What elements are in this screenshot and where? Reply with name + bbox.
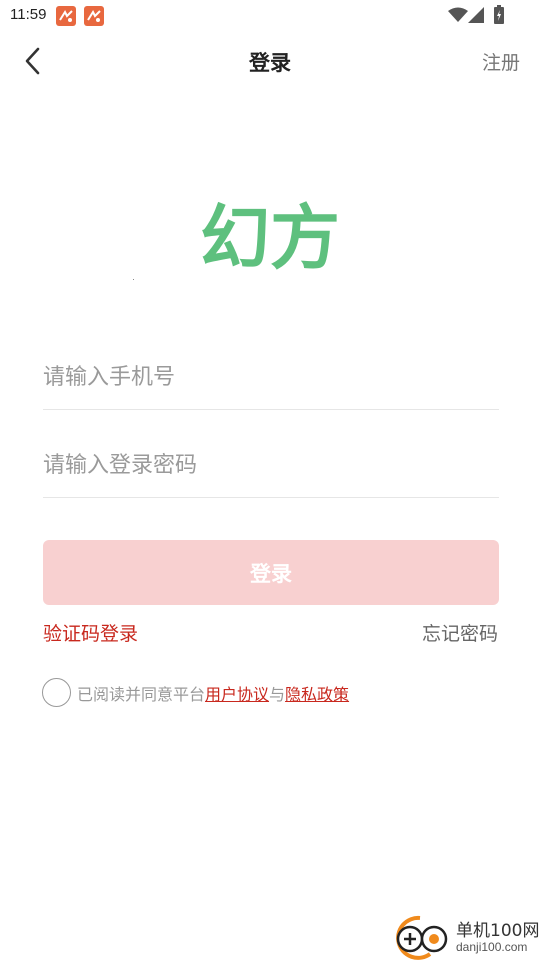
watermark-url: danji100.com	[456, 940, 528, 954]
agreement-checkbox[interactable]	[42, 678, 71, 707]
forgot-password-link[interactable]: 忘记密码	[422, 619, 498, 646]
app-notification-icon	[56, 6, 76, 26]
agreement-prefix: 已阅读并同意平台	[77, 685, 206, 704]
watermark-logo	[390, 914, 456, 960]
app-logo: 幻方	[200, 198, 340, 274]
cellular-signal-icon	[468, 7, 484, 23]
watermark: 单机100网 danji100.com	[390, 914, 540, 960]
watermark-name: 单机100网	[456, 921, 540, 941]
privacy-policy-link[interactable]: 隐私政策	[285, 685, 349, 704]
user-agreement-link[interactable]: 用户协议	[205, 685, 269, 704]
password-field	[43, 434, 499, 498]
status-bar: 11:59	[0, 0, 540, 32]
decorative-dot	[133, 279, 134, 280]
register-link[interactable]: 注册	[482, 48, 520, 75]
page-title: 登录	[249, 51, 291, 75]
login-screen: 11:59 登录 注册 幻方 登录 验证码登录 忘记密码	[0, 0, 540, 960]
phone-field	[43, 346, 499, 410]
login-button[interactable]: 登录	[43, 540, 499, 605]
agreement-conjunction: 与	[269, 685, 286, 704]
nav-bar: 登录 注册	[0, 32, 540, 90]
sms-login-link[interactable]: 验证码登录	[43, 619, 138, 646]
agreement-text: 已阅读并同意平台用户协议与隐私政策	[77, 681, 349, 705]
app-notification-icon	[84, 6, 104, 26]
logo-text: 幻方	[200, 198, 340, 274]
wifi-icon	[448, 7, 468, 22]
battery-charging-icon	[494, 5, 504, 24]
status-time: 11:59	[10, 6, 47, 23]
password-input[interactable]	[43, 434, 499, 497]
phone-input[interactable]	[43, 346, 499, 409]
